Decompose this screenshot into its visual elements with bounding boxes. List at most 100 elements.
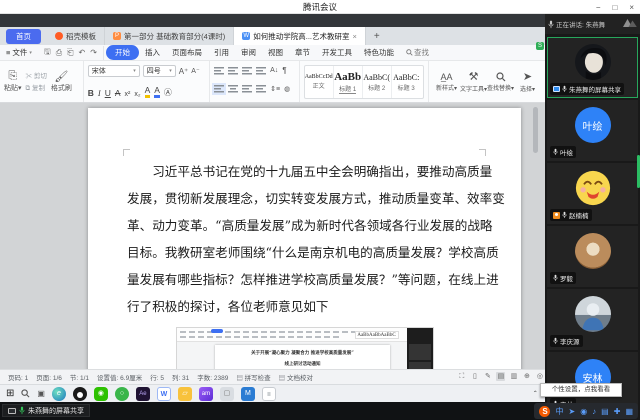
- emoji-tool-icon[interactable]: ◉: [580, 407, 587, 416]
- read-mode-icon[interactable]: ▯: [470, 372, 479, 381]
- proofread-button[interactable]: ▤ 文档校对: [279, 372, 313, 382]
- format-painter-button[interactable]: 🖌 格式刷: [51, 70, 72, 93]
- participant-tile[interactable]: 赵楠楠: [547, 163, 638, 224]
- file-menu[interactable]: ≡ 文件 ▾: [0, 45, 38, 60]
- start-button[interactable]: ⊞: [6, 388, 14, 399]
- document-text[interactable]: 习近平总书记在党的十九届五中全会明确指出，要推动高质量 发展，贯彻新发展理念，切…: [127, 158, 482, 369]
- output-icon[interactable]: ⎙: [56, 48, 62, 58]
- wps-docer-tab[interactable]: 稻壳模板: [47, 27, 105, 45]
- spell-check-button[interactable]: ▤ 拼写检查: [236, 372, 270, 382]
- wps-icon[interactable]: W: [157, 387, 171, 401]
- text-tool-button[interactable]: ⚒ 文字工具▾: [460, 64, 487, 99]
- menu-home[interactable]: 开始: [106, 45, 139, 60]
- write-mode-icon[interactable]: ✎: [483, 372, 492, 381]
- folder-icon[interactable]: ▱: [178, 387, 192, 401]
- increase-indent-icon[interactable]: [256, 67, 266, 75]
- shading-icon[interactable]: ◍: [284, 85, 290, 93]
- underline-icon[interactable]: U: [105, 88, 111, 98]
- grow-font-icon[interactable]: A⁺: [179, 67, 189, 76]
- subscript-icon[interactable]: x₂: [134, 91, 140, 98]
- web-view-icon[interactable]: ⊕: [522, 372, 531, 381]
- sort-icon[interactable]: A↓: [270, 67, 278, 74]
- strikethrough-icon[interactable]: A: [115, 88, 121, 98]
- align-right-icon[interactable]: [242, 85, 252, 93]
- maximize-icon[interactable]: □: [612, 3, 617, 12]
- find-replace-button[interactable]: 查找替换▾: [487, 64, 514, 99]
- gray-app-icon[interactable]: ▢: [220, 387, 234, 401]
- new-style-button[interactable]: A̲A 新样式▾: [433, 64, 460, 99]
- participant-tile[interactable]: 罗毅: [547, 226, 638, 287]
- highlight-icon[interactable]: A: [145, 85, 151, 98]
- skin-tool-icon[interactable]: ▦: [625, 407, 633, 416]
- axure-icon[interactable]: am: [199, 387, 213, 401]
- bullet-list-icon[interactable]: [214, 67, 224, 75]
- browser-360-icon[interactable]: ○: [115, 387, 129, 401]
- number-list-icon[interactable]: [228, 67, 238, 75]
- voice-tool-icon[interactable]: ♪: [592, 407, 596, 416]
- vertical-scrollbar[interactable]: [533, 107, 538, 153]
- wps-home-tab[interactable]: 首页: [6, 29, 41, 44]
- select-button[interactable]: ➤ 选择▾: [514, 64, 541, 99]
- toolbox-icon[interactable]: ✚: [614, 407, 621, 416]
- menu-page-layout[interactable]: 页面布局: [166, 45, 208, 60]
- m-app-icon[interactable]: M: [241, 387, 255, 401]
- style-heading2[interactable]: AaBbC( 标题 2: [363, 66, 392, 98]
- fullscreen-view-icon[interactable]: ⛶: [457, 372, 466, 381]
- screen-share-indicator[interactable]: 朱燕舞的屏幕共享: [2, 404, 90, 417]
- keyboard-tool-icon[interactable]: ▤: [601, 407, 609, 416]
- after-effects-icon[interactable]: Ae: [136, 387, 150, 401]
- print-icon[interactable]: ⎗: [67, 48, 73, 58]
- shrink-font-icon[interactable]: A⁻: [191, 67, 199, 75]
- status-word-count[interactable]: 字数: 2389: [197, 372, 228, 382]
- edge-icon[interactable]: e: [52, 387, 66, 401]
- plugin-s-icon[interactable]: S: [536, 42, 544, 50]
- bold-icon[interactable]: B: [88, 88, 94, 98]
- menu-view[interactable]: 视图: [262, 45, 289, 60]
- menu-section[interactable]: 章节: [289, 45, 316, 60]
- menu-insert[interactable]: 插入: [139, 45, 166, 60]
- align-center-icon[interactable]: [228, 85, 238, 93]
- sogou-input-bar[interactable]: S 中 ➤ ◉ ♪ ▤ ✚ ▦: [534, 403, 638, 419]
- sogou-logo-icon[interactable]: S: [539, 406, 550, 417]
- wps-doc-tab-1[interactable]: P 第一部分 基础教育部分(4课时): [105, 27, 234, 45]
- task-view-icon[interactable]: ▣: [37, 389, 45, 398]
- page-view-icon[interactable]: ▤: [496, 372, 505, 381]
- cursor-tool-icon[interactable]: ➤: [568, 407, 575, 416]
- superscript-icon[interactable]: x²: [125, 91, 131, 98]
- style-heading3[interactable]: AaBbC: 标题 3: [392, 66, 421, 98]
- copy-button[interactable]: ⧉ 复制: [26, 82, 47, 93]
- close-icon[interactable]: ×: [629, 3, 634, 12]
- hidden-icons-chevron[interactable]: ⌃: [533, 390, 538, 397]
- paste-button[interactable]: ⎘ 粘贴▾: [4, 70, 22, 93]
- pilcrow-icon[interactable]: ¶: [282, 66, 286, 75]
- italic-icon[interactable]: I: [98, 88, 101, 98]
- align-left-icon[interactable]: [214, 85, 224, 93]
- decrease-indent-icon[interactable]: [242, 67, 252, 75]
- font-name-select[interactable]: 宋体▾: [88, 65, 140, 77]
- tab-close-icon[interactable]: ×: [353, 32, 357, 41]
- font-size-select[interactable]: 四号▾: [143, 65, 176, 77]
- cut-button[interactable]: ✂ 剪切: [26, 70, 47, 80]
- enclose-char-icon[interactable]: Ⓐ: [164, 87, 172, 98]
- taskbar-search-icon[interactable]: [21, 389, 30, 398]
- new-tab-button[interactable]: +: [366, 27, 388, 45]
- eye-protect-icon[interactable]: ◎: [535, 372, 544, 381]
- minimize-icon[interactable]: −: [596, 3, 601, 12]
- undo-icon[interactable]: ↶: [79, 48, 86, 57]
- input-mode-icon[interactable]: 中: [555, 406, 563, 417]
- menu-special[interactable]: 特色功能: [358, 45, 400, 60]
- redo-icon[interactable]: ↷: [90, 48, 97, 57]
- font-color-icon[interactable]: A: [154, 85, 160, 98]
- document-canvas[interactable]: 习近平总书记在党的十九届五中全会明确指出，要推动高质量 发展，贯彻新发展理念，切…: [0, 103, 545, 369]
- style-heading1[interactable]: AaBb 标题 1: [334, 66, 363, 98]
- menu-references[interactable]: 引用: [208, 45, 235, 60]
- search-command[interactable]: 查找: [400, 45, 435, 60]
- participant-tile[interactable]: 李庆源: [547, 289, 638, 350]
- participant-tile[interactable]: 叶绘 叶绘: [547, 100, 638, 161]
- wechat-icon[interactable]: ◉: [94, 387, 108, 401]
- participant-tile-sharer[interactable]: 朱燕舞的屏幕共享: [547, 37, 638, 98]
- menu-review[interactable]: 审阅: [235, 45, 262, 60]
- wps-doc-tab-2-active[interactable]: W 如何推动学院高...艺术教研室 ×: [234, 27, 366, 45]
- notepad-icon[interactable]: ≣: [262, 387, 276, 401]
- style-normal[interactable]: AaBbCcDd 正文: [305, 66, 334, 98]
